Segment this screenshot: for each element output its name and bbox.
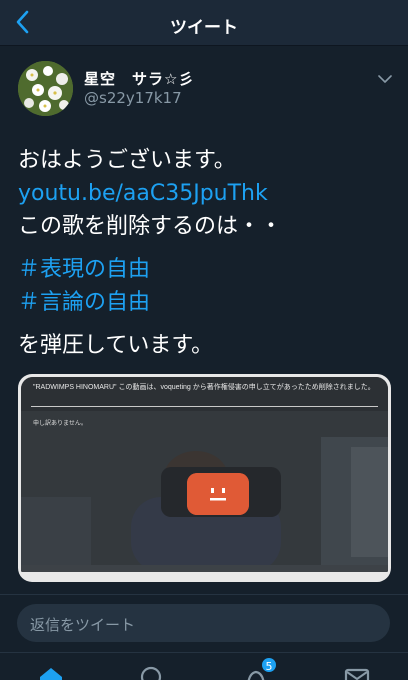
avatar[interactable] <box>18 61 73 116</box>
divider <box>31 406 378 407</box>
tab-bar: 5 <box>0 652 408 680</box>
tweet-line: この歌を削除するのは・・ <box>18 214 283 239</box>
reply-bar: 返信をツイート <box>0 594 408 652</box>
sad-face-icon <box>187 473 249 515</box>
chevron-down-icon[interactable] <box>376 72 394 86</box>
screenshot-image: "RADWIMPS HINOMARU" この動画は、voqueting から著作… <box>21 377 388 572</box>
search-icon[interactable] <box>139 665 165 680</box>
navigation-bar: ツイート <box>0 0 408 46</box>
tweet-line: を弾圧しています。 <box>18 333 214 358</box>
removal-message: "RADWIMPS HINOMARU" この動画は、voqueting から著作… <box>33 384 375 391</box>
tweet-detail: 星空 サラ☆彡 @s22y17k17 おはようございます。 youtu.be/a… <box>0 46 408 594</box>
hashtag-link[interactable]: ＃言論の自由 <box>18 286 398 319</box>
attached-image[interactable]: "RADWIMPS HINOMARU" この動画は、voqueting から著作… <box>18 374 391 582</box>
notification-badge: 5 <box>260 656 278 674</box>
author-handle[interactable]: @s22y17k17 <box>84 89 182 107</box>
home-icon[interactable] <box>38 665 64 680</box>
tweet-text: おはようございます。 youtu.be/aaC35JpuThk この歌を削除する… <box>18 144 398 362</box>
page-title: ツイート <box>170 18 238 38</box>
tweet-line: おはようございます。 <box>18 148 236 173</box>
hashtag-link[interactable]: ＃表現の自由 <box>18 253 398 286</box>
author-name[interactable]: 星空 サラ☆彡 <box>84 68 194 89</box>
avatar-flowers-image <box>18 61 73 116</box>
tweet-link[interactable]: youtu.be/aaC35JpuThk <box>18 177 398 210</box>
messages-icon[interactable] <box>344 665 370 680</box>
reply-input[interactable]: 返信をツイート <box>17 604 390 642</box>
apology-text: 申し訳ありません。 <box>33 421 87 427</box>
